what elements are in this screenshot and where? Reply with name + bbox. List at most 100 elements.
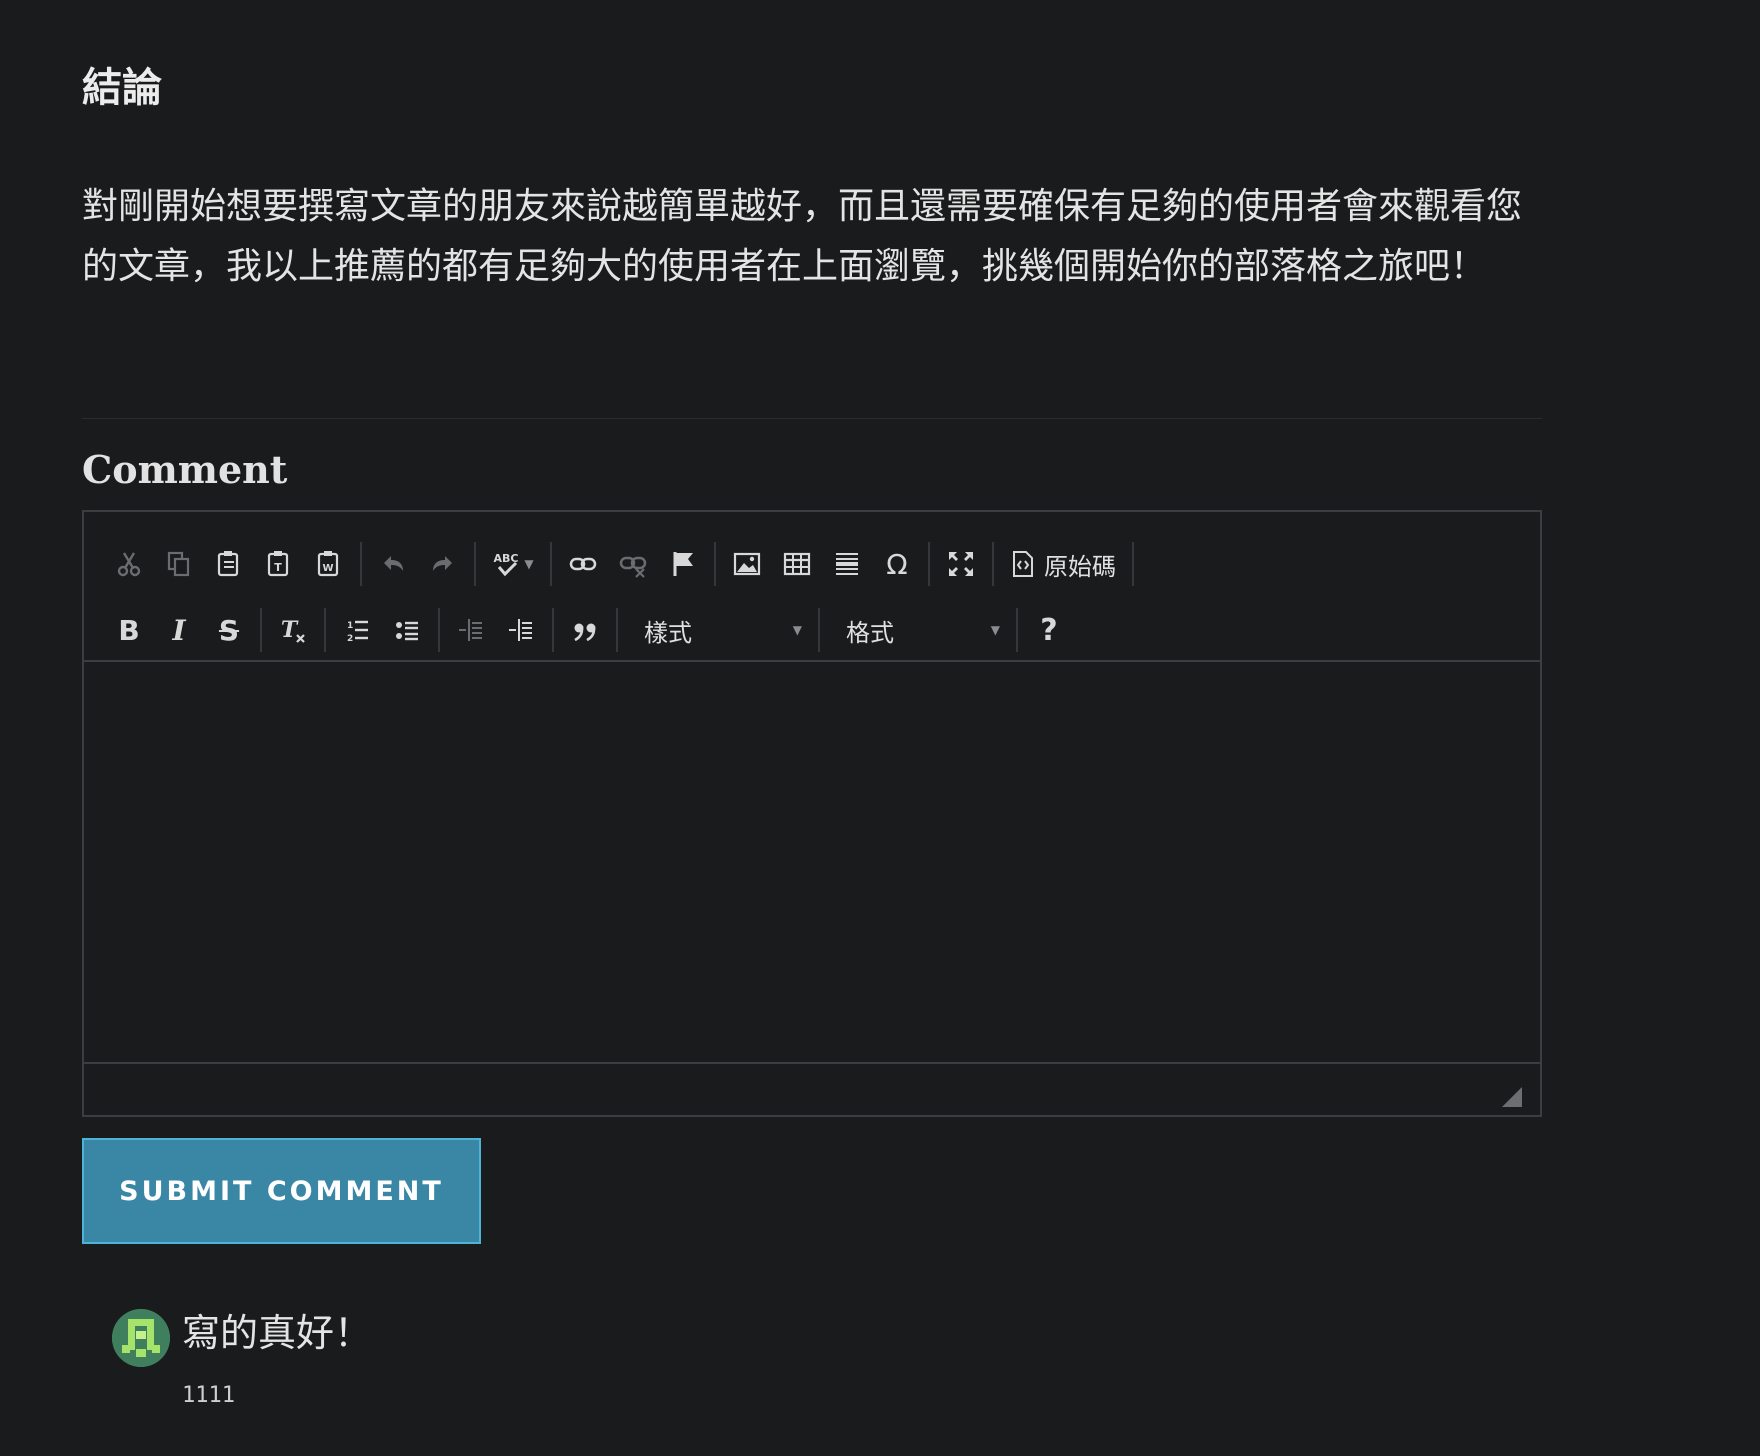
maximize-group [936, 542, 994, 586]
outdent-button[interactable] [446, 608, 496, 652]
rich-text-editor: T W ABC ▼ Ω 原始碼 B I S T 1 2 樣式 ▼ 格式 ▼ ? [82, 510, 1542, 1117]
blockquote-button[interactable] [560, 608, 610, 652]
table-button[interactable] [772, 542, 822, 586]
svg-text:T: T [281, 617, 299, 643]
chevron-down-icon: ▼ [990, 623, 1000, 637]
indent-icon [509, 619, 532, 641]
undo-button[interactable] [368, 542, 418, 586]
toolbar-row-2: B I S T 1 2 樣式 ▼ 格式 ▼ ? [104, 604, 1086, 656]
editor-footer [84, 1062, 1540, 1115]
maximize-button[interactable] [936, 542, 986, 586]
link-button[interactable] [558, 542, 608, 586]
image-icon [733, 552, 761, 576]
horizontal-rule-button[interactable] [822, 542, 872, 586]
remove-format-button[interactable]: T [268, 608, 318, 652]
paste-text-icon: T [267, 551, 289, 577]
strikethrough-icon: S [218, 613, 240, 647]
toolbar-row-1: T W ABC ▼ Ω 原始碼 [104, 538, 1140, 590]
spellcheck-group: ABC ▼ [482, 542, 552, 586]
format-dropdown-label: 格式 [846, 618, 894, 647]
resize-handle-icon[interactable] [1502, 1087, 1522, 1107]
copy-icon [167, 551, 190, 577]
list-indent-group: 1 2 [332, 608, 440, 652]
svg-text:W: W [322, 563, 333, 574]
format-dropdown[interactable]: 格式 ▼ [826, 608, 1010, 652]
svg-text:1: 1 [347, 621, 353, 631]
link-group [558, 542, 716, 586]
source-code-icon [1013, 551, 1033, 577]
style-combo-group: 樣式 ▼ [624, 608, 820, 652]
source-group: 原始碼 [1000, 542, 1134, 586]
strike-button[interactable]: S [204, 608, 254, 652]
paste-word-button[interactable]: W [304, 542, 354, 586]
svg-text:T: T [274, 561, 282, 574]
bulleted-list-icon [396, 621, 418, 641]
anchor-button[interactable] [658, 542, 708, 586]
copy-button[interactable] [154, 542, 204, 586]
page: 結論 對剛開始想要撰寫文章的朋友來說越簡單越好，而且還需要確保有足夠的使用者會來… [0, 0, 1760, 1456]
svg-text:2: 2 [347, 634, 353, 644]
help-group: ? [1024, 608, 1080, 652]
link-icon [569, 557, 597, 571]
identicon-avatar-icon [112, 1309, 170, 1367]
conclusion-paragraph: 對剛開始想要撰寫文章的朋友來說越簡單越好，而且還需要確保有足夠的使用者會來觀看您… [82, 186, 1523, 287]
special-char-button[interactable]: Ω [872, 542, 922, 586]
italic-icon: I [172, 613, 186, 647]
undo-icon [384, 556, 403, 571]
section-title: 結論 [82, 65, 162, 111]
bold-icon: B [118, 613, 140, 647]
outdent-icon [459, 619, 482, 641]
comment-heading: Comment [82, 447, 288, 492]
style-dropdown[interactable]: 樣式 ▼ [624, 608, 812, 652]
source-label: 原始碼 [1044, 552, 1116, 581]
remove-format-icon: T [281, 617, 305, 643]
insert-group: Ω [722, 542, 930, 586]
maximize-icon [949, 552, 973, 576]
spellcheck-icon: ABC [494, 552, 519, 577]
format-combo-group: 格式 ▼ [826, 608, 1018, 652]
help-icon: ? [1040, 612, 1058, 648]
chevron-down-icon: ▼ [792, 623, 802, 637]
omega-icon: Ω [886, 547, 908, 581]
avatar [112, 1309, 170, 1367]
removeformat-group: T [268, 608, 326, 652]
unlink-icon [619, 556, 647, 578]
help-button[interactable]: ? [1024, 608, 1074, 652]
basicstyles-group: B I S [104, 608, 262, 652]
indent-group [446, 608, 554, 652]
cut-button[interactable] [104, 542, 154, 586]
quote-icon [574, 623, 596, 642]
numbered-list-button[interactable]: 1 2 [332, 608, 382, 652]
clipboard-group: T W [104, 542, 362, 586]
bulleted-list-button[interactable] [382, 608, 432, 652]
comment-author: 1111 [182, 1383, 235, 1408]
spellcheck-button[interactable]: ABC ▼ [482, 542, 544, 586]
comment-editor-body[interactable] [84, 662, 1540, 1062]
comment-text: 寫的真好！ [182, 1311, 373, 1355]
blockquote-group [560, 608, 618, 652]
submit-comment-button[interactable]: SUBMIT COMMENT [82, 1138, 481, 1244]
dropdown-caret-icon: ▼ [524, 557, 534, 571]
source-button[interactable]: 原始碼 [1000, 542, 1126, 586]
redo-button[interactable] [418, 542, 468, 586]
indent-button[interactable] [496, 608, 546, 652]
divider [82, 418, 1542, 419]
paste-word-icon: W [317, 551, 339, 577]
comment-item: 寫的真好！ 1111 [112, 1305, 812, 1425]
editor-toolbar: T W ABC ▼ Ω 原始碼 B I S T 1 2 樣式 ▼ 格式 ▼ ? [84, 512, 1540, 662]
paste-button[interactable] [204, 542, 254, 586]
redo-icon [433, 556, 452, 571]
style-dropdown-label: 樣式 [644, 618, 692, 647]
numbered-list-icon: 1 2 [347, 620, 368, 644]
table-icon [783, 552, 811, 576]
italic-button[interactable]: I [154, 608, 204, 652]
bold-button[interactable]: B [104, 608, 154, 652]
flag-icon [673, 552, 693, 576]
unlink-button[interactable] [608, 542, 658, 586]
paste-text-button[interactable]: T [254, 542, 304, 586]
image-button[interactable] [722, 542, 772, 586]
scissors-icon [117, 552, 141, 577]
history-group [368, 542, 476, 586]
horizontal-rule-icon [836, 553, 858, 575]
clipboard-icon [217, 551, 239, 577]
